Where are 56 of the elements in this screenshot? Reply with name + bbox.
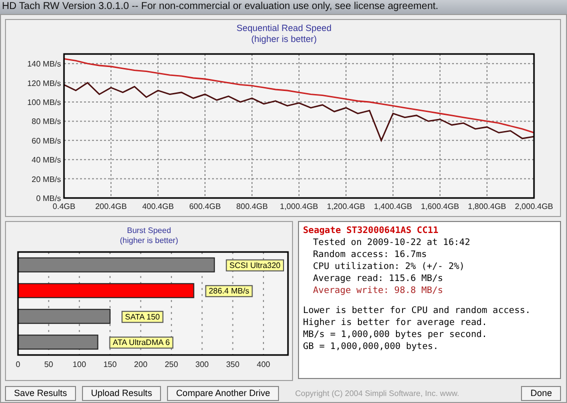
note-text: Higher is better for average read. — [303, 317, 488, 329]
bar-label: ATA UltraDMA 6 — [109, 336, 174, 349]
copyright-text: Copyright (C) 2004 Simpli Software, Inc. www. — [295, 388, 460, 398]
bar-label: SATA 150 — [122, 310, 164, 323]
x-tick-label: 1,200.4GB — [326, 202, 366, 211]
chart-title: Sequential Read Speed — [236, 23, 332, 33]
y-tick-label: 286.4 MB/s — [208, 286, 250, 296]
y-tick-label: 80 MB/s — [32, 117, 61, 126]
y-tick-label: SATA 150 — [125, 312, 160, 322]
x-tick-label: 600.4GB — [189, 202, 221, 211]
x-tick-label: 0 — [16, 360, 20, 369]
y-tick-label: 0 MB/s — [36, 194, 61, 203]
x-tick-label: 50 — [44, 360, 54, 369]
action-button[interactable]: Upload Results — [82, 386, 162, 400]
chart-subtitle: (higher is better) — [251, 34, 317, 44]
y-tick-label: 120 MB/s — [27, 78, 61, 88]
result-text: Average read: 115.6 MB/s — [312, 273, 444, 285]
y-tick-label: 20 MB/s — [32, 174, 61, 184]
x-tick-label: 300 — [195, 360, 209, 369]
x-tick-label: 1,400.4GB — [374, 202, 412, 211]
done-button[interactable]: Done — [521, 386, 561, 400]
note-text: MB/s = 1,000,000 bytes per second. — [303, 329, 488, 341]
result-text: Tested on 2009-10-22 at 16:42 — [312, 237, 472, 249]
window-title: HD Tach RW Version 3.0.1.0 -- For non-commercial or evaluation use only, see license agreement. — [0, 0, 567, 14]
result-text: CPU utilization: 2% (+/- 2%) — [312, 261, 466, 273]
x-tick-label: 1,000.4GB — [280, 202, 318, 211]
action-button[interactable]: Save Results — [5, 386, 76, 400]
chart-title: Burst Speed — [126, 226, 172, 235]
x-tick-label: 400 — [256, 360, 270, 369]
bar-label: SCSI Ultra320 — [226, 259, 284, 272]
y-tick-label: SCSI Ultra320 — [229, 260, 282, 270]
y-tick-label: 60 MB/s — [32, 136, 61, 146]
bar-label: 286.4 MB/s — [205, 285, 253, 298]
x-tick-label: 250 — [164, 360, 178, 369]
x-tick-label: 350 — [226, 360, 240, 369]
note-text: Lower is better for CPU and random access. — [303, 305, 532, 317]
action-button[interactable]: Compare Another Drive — [167, 386, 280, 400]
x-tick-label: 0.4GB — [52, 202, 76, 211]
y-tick-label: 40 MB/s — [32, 156, 61, 165]
x-tick-label: 200.4GB — [95, 202, 127, 211]
result-text: Average write: 98.8 MB/s — [312, 285, 444, 297]
x-tick-label: 2,000.4GB — [514, 202, 554, 211]
note-text: GB = 1,000,000,000 bytes. — [303, 341, 440, 353]
x-tick-label: 1,800.4GB — [468, 202, 506, 211]
result-text: Random access: 16.7ms — [312, 249, 428, 261]
y-tick-label: ATA UltraDMA 6 — [112, 338, 170, 348]
x-tick-label: 400.4GB — [142, 202, 174, 211]
x-tick-label: 100 — [72, 360, 86, 369]
x-tick-label: 150 — [103, 360, 117, 369]
y-tick-label: 100 MB/s — [27, 98, 61, 107]
x-tick-label: 800.4GB — [236, 202, 268, 211]
x-tick-label: 200 — [134, 360, 148, 369]
y-tick-label: 140 MB/s — [27, 60, 61, 69]
x-tick-label: 1,600.4GB — [420, 202, 460, 211]
drive-name: Seagate ST32000641AS CC11 — [303, 225, 440, 237]
chart-subtitle: (higher is better) — [120, 236, 178, 245]
